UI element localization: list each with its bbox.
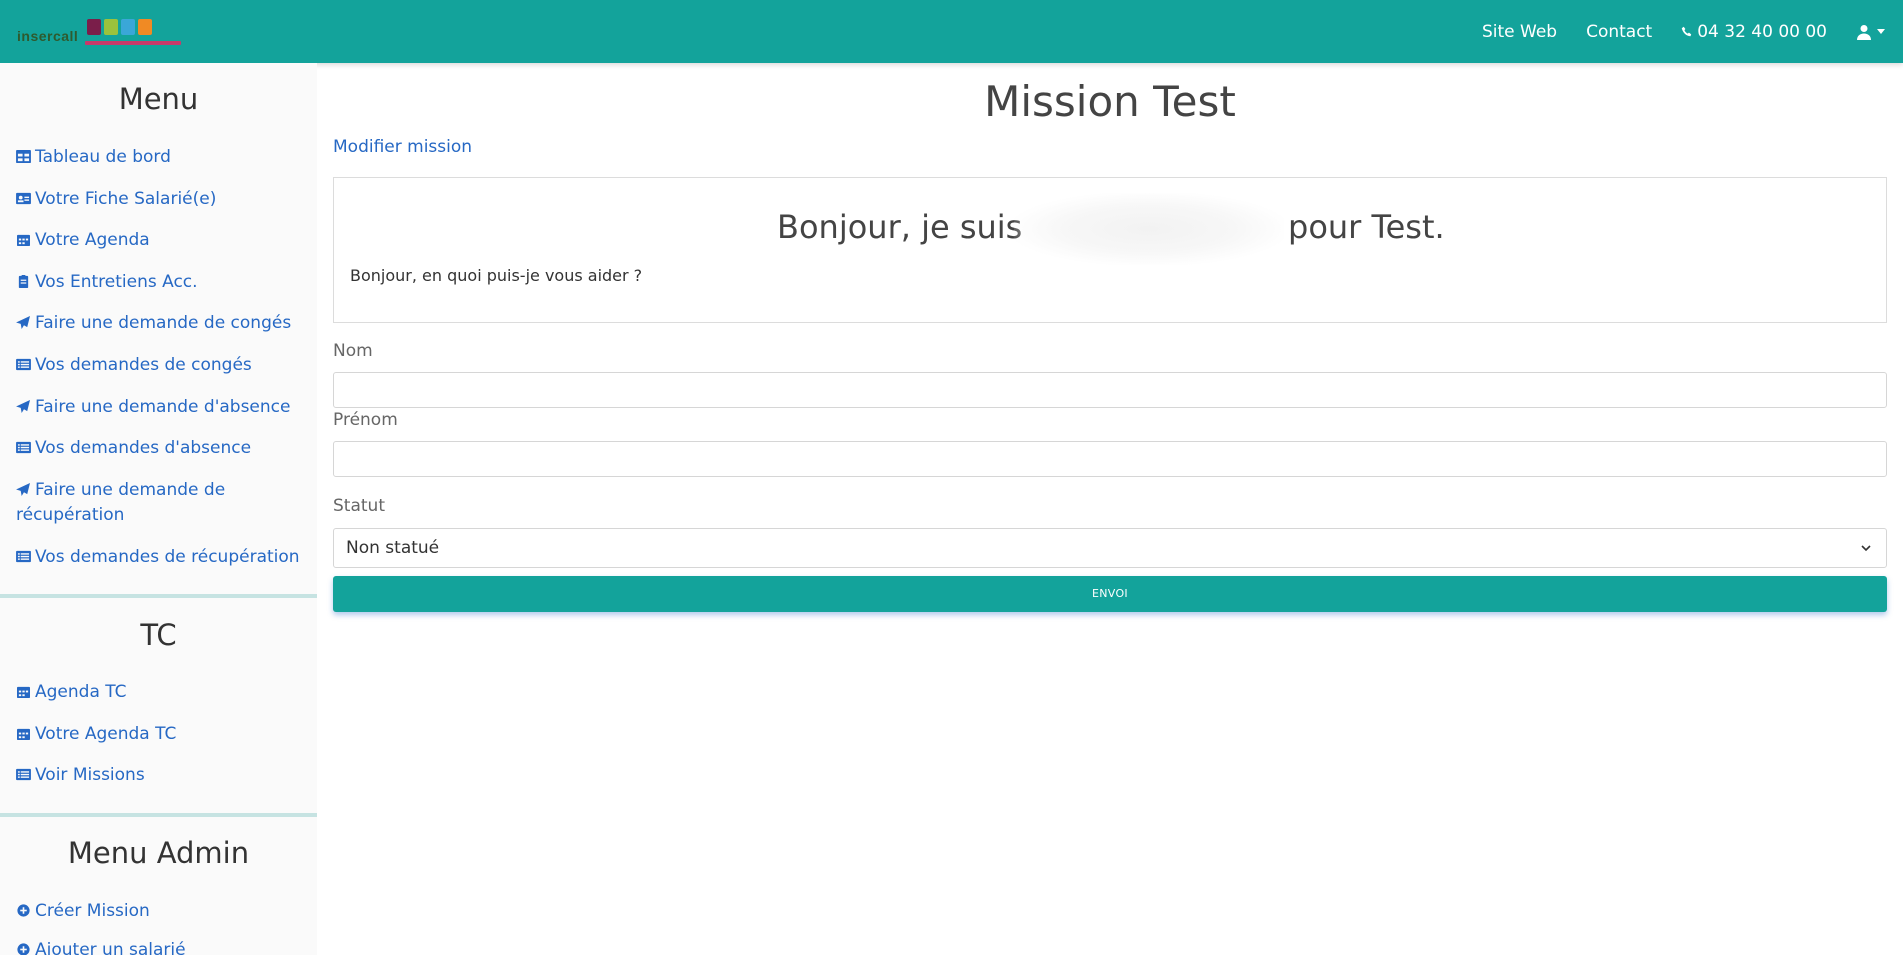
sidebar-item-label: Faire une demande de récupération <box>16 480 226 525</box>
list-icon <box>16 441 31 454</box>
top-navbar: insercall Site Web Contact 04 32 40 00 0… <box>0 0 1903 63</box>
prenom-input[interactable] <box>333 441 1887 477</box>
paper-plane-icon <box>16 483 30 496</box>
sidebar-item-label: Vos demandes de récupération <box>35 547 300 567</box>
sidebar-item-label: Votre Agenda <box>35 230 150 250</box>
sidebar-item-vos-absences[interactable]: Vos demandes d'absence <box>16 436 306 461</box>
phone-icon <box>1681 26 1692 36</box>
menu-heading-text: Menu <box>118 82 199 116</box>
sidebar-item-vos-recuperations[interactable]: Vos demandes de récupération <box>16 545 306 570</box>
statut-select[interactable]: Non statué <box>333 528 1887 568</box>
logo-bar <box>85 41 181 45</box>
sidebar-item-label: Créer Mission <box>35 901 150 921</box>
logo-wordmark: insercall <box>17 28 79 44</box>
sidebar: Menu Tableau de bord Votre Fiche Salarié… <box>0 63 317 955</box>
sidebar-item-label: Vos demandes de congés <box>35 355 252 375</box>
sidebar-item-votre-agenda-tc[interactable]: Votre Agenda TC <box>16 722 306 747</box>
plus-circle-icon <box>17 943 30 955</box>
sidebar-item-demande-recuperation[interactable]: Faire une demande de récupération <box>16 478 246 528</box>
plus-circle-icon <box>17 904 30 917</box>
list-icon <box>16 768 31 781</box>
list-icon <box>16 358 31 371</box>
greeting-end: pour Test. <box>1288 208 1445 246</box>
id-card-icon <box>16 192 31 205</box>
list-icon <box>16 550 31 563</box>
tc-heading: TC <box>0 618 317 652</box>
sidebar-item-demande-absence[interactable]: Faire une demande d'absence <box>16 395 306 420</box>
greeting-start: Bonjour, je suis <box>777 208 1023 246</box>
user-menu-toggle[interactable] <box>1856 24 1885 40</box>
logo-tiles <box>87 19 152 35</box>
sidebar-item-entretiens[interactable]: Vos Entretiens Acc. <box>16 270 306 295</box>
paper-plane-icon <box>16 316 30 329</box>
calendar-icon <box>17 728 30 740</box>
sidebar-item-label: Vos Entretiens Acc. <box>35 272 198 292</box>
admin-heading-text: Menu Admin <box>67 836 250 870</box>
paper-plane-icon <box>16 400 30 413</box>
sidebar-divider <box>0 594 317 598</box>
script-card: Bonjour, je suis pour Test. Bonjour, en … <box>333 177 1887 323</box>
sidebar-item-label: Voir Missions <box>35 765 145 785</box>
sidebar-divider <box>0 813 317 817</box>
sidebar-item-label: Vos demandes d'absence <box>35 438 252 458</box>
prenom-label: Prénom <box>333 410 398 430</box>
nav-phone-link[interactable]: 04 32 40 00 00 <box>1681 22 1827 42</box>
table-icon <box>16 150 31 163</box>
sidebar-item-label: Ajouter un salarié <box>35 940 186 955</box>
chevron-down-icon <box>1877 29 1885 34</box>
user-icon <box>1857 24 1871 40</box>
tc-heading-text: TC <box>140 618 177 652</box>
sidebar-item-tableau-de-bord[interactable]: Tableau de bord <box>16 145 306 170</box>
sidebar-item-creer-mission[interactable]: Créer Mission <box>16 899 306 924</box>
nav-site-web-link[interactable]: Site Web <box>1482 22 1557 42</box>
nav-links: Site Web Contact 04 32 40 00 00 <box>1482 0 1903 63</box>
sidebar-item-label: Agenda TC <box>35 682 127 702</box>
sidebar-item-label: Votre Fiche Salarié(e) <box>35 189 217 209</box>
sidebar-item-votre-agenda[interactable]: Votre Agenda <box>16 228 306 253</box>
nom-label: Nom <box>333 341 373 361</box>
statut-label: Statut <box>333 496 385 516</box>
edit-mission-link[interactable]: Modifier mission <box>333 137 472 157</box>
send-button[interactable]: ENVOI <box>333 576 1887 612</box>
statut-selected-value: Non statué <box>346 538 440 558</box>
redacted-name <box>1014 193 1284 265</box>
sidebar-item-label: Votre Agenda TC <box>35 724 177 744</box>
sidebar-item-fiche-salarie[interactable]: Votre Fiche Salarié(e) <box>16 187 306 212</box>
sidebar-item-ajouter-salarie[interactable]: Ajouter un salarié <box>16 938 306 955</box>
sidebar-item-voir-missions[interactable]: Voir Missions <box>16 763 306 788</box>
greeting-message: Bonjour, en quoi puis-je vous aider ? <box>350 266 643 285</box>
sidebar-item-label: Faire une demande d'absence <box>35 397 291 417</box>
chevron-down-icon <box>1861 545 1871 552</box>
sidebar-item-demande-conges[interactable]: Faire une demande de congés <box>16 311 306 336</box>
sidebar-item-label: Tableau de bord <box>35 147 171 167</box>
calendar-icon <box>17 234 30 246</box>
clipboard-icon <box>18 275 29 288</box>
sidebar-item-label: Faire une demande de congés <box>35 313 292 333</box>
sidebar-item-vos-conges[interactable]: Vos demandes de congés <box>16 353 306 378</box>
page-title: Mission Test <box>984 77 1236 126</box>
admin-heading: Menu Admin <box>0 836 317 870</box>
sidebar-item-agenda-tc[interactable]: Agenda TC <box>16 680 306 705</box>
insercall-logo[interactable]: insercall <box>17 19 181 47</box>
phone-number: 04 32 40 00 00 <box>1697 21 1827 42</box>
nom-input[interactable] <box>333 372 1887 408</box>
nav-contact-link[interactable]: Contact <box>1586 22 1652 42</box>
menu-heading: Menu <box>0 82 317 116</box>
calendar-icon <box>17 686 30 698</box>
